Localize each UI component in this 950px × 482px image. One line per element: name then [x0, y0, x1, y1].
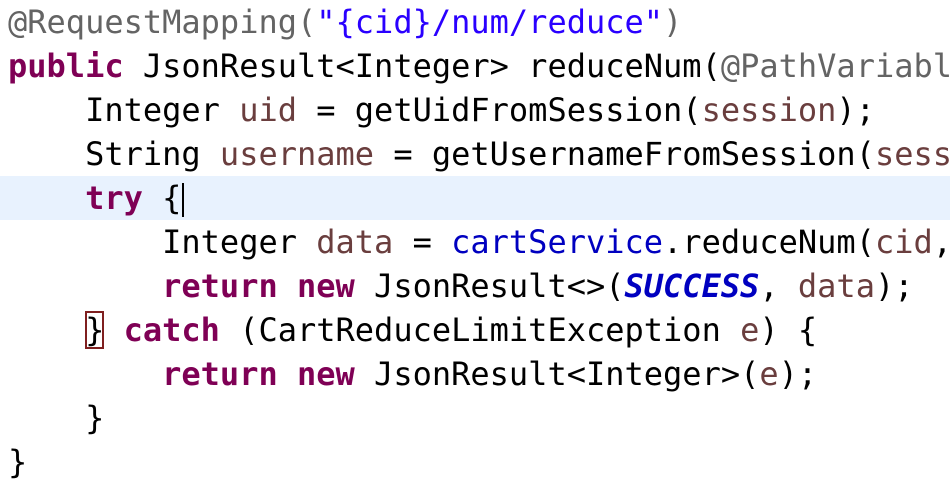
- code-line[interactable]: }: [0, 396, 950, 440]
- code-token: = getUsernameFromSession(: [374, 135, 875, 173]
- code-token: );: [874, 267, 914, 305]
- code-token: new: [296, 267, 355, 305]
- code-token: data: [797, 267, 875, 305]
- code-token: e: [740, 311, 760, 349]
- code-token: SUCCESS: [624, 267, 760, 305]
- code-token: data: [316, 223, 394, 261]
- code-token: public: [8, 47, 124, 85]
- code-token: ,: [759, 267, 798, 305]
- code-token: sess: [874, 135, 950, 173]
- code-token: =: [393, 223, 452, 261]
- code-line[interactable]: }: [0, 440, 950, 482]
- code-token: ): [663, 3, 683, 41]
- code-token: cartService: [451, 223, 664, 261]
- code-token: "{cid}/num/reduce": [316, 3, 664, 41]
- code-line[interactable]: Integer data = cartService.reduceNum(cid…: [0, 220, 950, 264]
- code-token: cid: [874, 223, 933, 261]
- code-token: Integer: [8, 223, 317, 261]
- code-token: ,: [933, 223, 950, 261]
- code-token: }: [8, 443, 28, 481]
- code-token: e: [759, 355, 779, 393]
- code-line[interactable]: String username = getUsernameFromSession…: [0, 132, 950, 176]
- code-token: Integer: [8, 91, 240, 129]
- code-token: JsonResult<>(: [354, 267, 625, 305]
- code-token: JsonResult<Integer>(: [354, 355, 760, 393]
- code-line[interactable]: } catch (CartReduceLimitException e) {: [0, 308, 950, 352]
- code-token: new: [296, 355, 355, 393]
- code-token: uid: [239, 91, 297, 129]
- code-token: JsonResult<Integer> reduceNum(: [123, 47, 721, 85]
- code-token: (CartReduceLimitException: [219, 311, 741, 349]
- code-token: @PathVariabl: [720, 47, 950, 85]
- code-token: username: [219, 135, 375, 173]
- code-token: = getUidFromSession(: [296, 91, 702, 129]
- code-editor[interactable]: @RequestMapping("{cid}/num/reduce") publi…: [0, 0, 950, 482]
- code-line-current[interactable]: try {: [0, 176, 950, 220]
- code-token: String: [8, 135, 220, 173]
- code-token: return: [162, 355, 278, 393]
- text-caret: [182, 183, 185, 217]
- code-token: {: [142, 179, 182, 217]
- code-line[interactable]: return new JsonResult<>(SUCCESS, data);: [0, 264, 950, 308]
- code-token: );: [778, 355, 818, 393]
- code-line[interactable]: return new JsonResult<Integer>(e);: [0, 352, 950, 396]
- code-token: return: [162, 267, 278, 305]
- code-token: }: [8, 399, 105, 437]
- code-token: .reduceNum(: [663, 223, 875, 261]
- code-token: @RequestMapping(: [8, 3, 317, 41]
- code-token: session: [701, 91, 837, 129]
- code-token: ) {: [759, 311, 818, 349]
- code-token: );: [836, 91, 875, 129]
- code-token: try: [85, 179, 143, 217]
- code-token: catch: [123, 311, 220, 349]
- code-line[interactable]: @RequestMapping("{cid}/num/reduce"): [0, 0, 950, 44]
- code-token: }: [85, 311, 105, 349]
- code-line[interactable]: public JsonResult<Integer> reduceNum(@Pa…: [0, 44, 950, 88]
- code-line[interactable]: Integer uid = getUidFromSession(session)…: [0, 88, 950, 132]
